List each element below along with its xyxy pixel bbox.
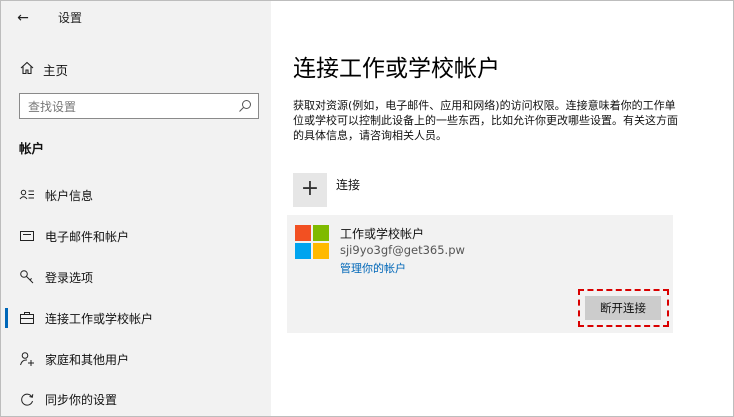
active-indicator (5, 308, 8, 328)
sidebar-item-family-users[interactable]: 家庭和其他用户 (1, 341, 271, 377)
briefcase-icon (20, 312, 34, 324)
person-add-icon (20, 352, 34, 366)
sidebar-item-label: 连接工作或学校帐户 (45, 312, 154, 326)
connect-label: 连接 (336, 178, 361, 192)
sidebar-item-label: 登录选项 (45, 271, 94, 285)
app-title: 设置 (58, 11, 83, 25)
manage-account-link[interactable]: 管理你的帐户 (340, 260, 406, 276)
account-card[interactable]: 工作或学校帐户 sji9yo3gf@get365.pw 管理你的帐户 断开连接 (287, 215, 673, 333)
account-type-label: 工作或学校帐户 (340, 227, 425, 241)
sidebar-item-label: 电子邮件和帐户 (45, 230, 130, 244)
page-title: 连接工作或学校帐户 (293, 56, 500, 82)
home-icon (20, 61, 34, 75)
sidebar-item-label: 帐户信息 (45, 189, 94, 203)
sidebar-item-sync[interactable]: 同步你的设置 (1, 381, 271, 417)
connect-button[interactable]: + 连接 (293, 173, 493, 207)
mail-icon (20, 231, 34, 241)
search-icon (239, 100, 251, 112)
disconnect-button[interactable]: 断开连接 (585, 296, 661, 320)
sidebar-item-work-school[interactable]: 连接工作或学校帐户 (1, 300, 271, 336)
sidebar-item-label: 同步你的设置 (45, 393, 118, 407)
account-email: sji9yo3gf@get365.pw (340, 243, 465, 257)
key-icon (20, 270, 34, 284)
sidebar-item-label: 家庭和其他用户 (45, 353, 130, 367)
sidebar: ← 设置 主页 查找设置 帐户 帐户信息 电子邮件和帐户 登录选项 连接工作或学… (1, 1, 271, 416)
search-input[interactable]: 查找设置 (19, 93, 259, 119)
sidebar-item-label: 主页 (43, 63, 69, 78)
main-content: 连接工作或学校帐户 获取对资源(例如，电子邮件、应用和网络)的访问权限。连接意味… (271, 1, 733, 416)
highlight-box: 断开连接 (578, 289, 669, 327)
sidebar-item-email-accounts[interactable]: 电子邮件和帐户 (1, 218, 271, 254)
plus-icon: + (293, 173, 327, 207)
sync-icon (21, 393, 34, 406)
section-heading: 帐户 (19, 141, 45, 156)
title-bar: ← 设置 (1, 1, 271, 33)
sidebar-item-home[interactable]: 主页 (1, 53, 271, 83)
page-description: 获取对资源(例如，电子邮件、应用和网络)的访问权限。连接意味着你的工作单位或学校… (293, 99, 678, 142)
search-placeholder: 查找设置 (28, 100, 77, 114)
account-info-icon (19, 189, 34, 200)
sidebar-item-account-info[interactable]: 帐户信息 (1, 177, 271, 213)
sidebar-item-sign-in-options[interactable]: 登录选项 (1, 259, 271, 295)
microsoft-logo-icon (295, 225, 329, 259)
back-button[interactable]: ← (9, 6, 37, 30)
